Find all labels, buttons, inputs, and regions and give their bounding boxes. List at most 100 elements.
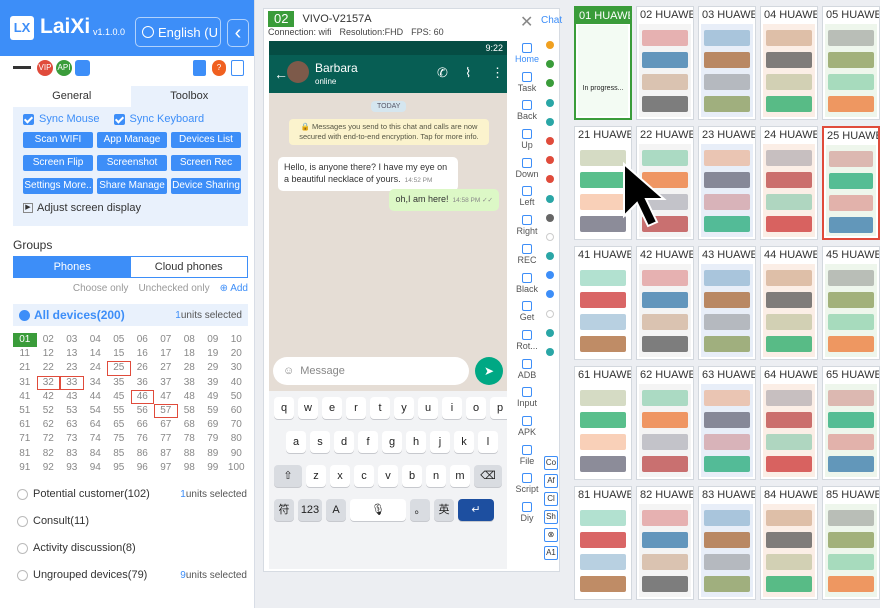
key[interactable]: m [450,465,470,487]
device-tile[interactable]: 04 HUAWE [760,6,818,120]
color-dot[interactable] [546,348,554,356]
device-number-cell[interactable]: 06 [131,333,155,347]
device-number-cell[interactable]: 04 [84,333,108,347]
device-tile[interactable]: 83 HUAWE [698,486,756,600]
key[interactable]: 🎙 [350,499,406,521]
device-icon[interactable] [75,60,90,76]
key[interactable]: k [454,431,474,453]
device-number-cell[interactable]: 07 [154,333,178,347]
side-small-button[interactable]: Co [544,456,558,470]
key[interactable]: p [490,397,507,419]
device-number-cell[interactable]: 47 [154,390,178,404]
device-number-cell[interactable]: 67 [154,418,178,432]
device-number-cell[interactable]: 23 [60,361,84,375]
device-tile[interactable]: 42 HUAWE [636,246,694,360]
logout-icon[interactable] [231,60,244,76]
device-number-cell[interactable]: 87 [154,447,178,461]
device-number-cell[interactable]: 20 [225,347,249,361]
key[interactable]: o [466,397,486,419]
device-number-cell[interactable]: 35 [107,376,131,390]
device-number-cell[interactable]: 33 [60,375,84,390]
device-number-cell[interactable]: 51 [13,404,37,418]
device-number-cell[interactable]: 78 [178,432,202,446]
device-number-cell[interactable]: 99 [201,461,225,475]
color-dot[interactable] [546,136,554,145]
device-number-cell[interactable]: 60 [225,404,249,418]
device-number-cell[interactable]: 09 [201,333,225,347]
device-number-cell[interactable]: 14 [84,347,108,361]
device-number-cell[interactable]: 56 [131,404,155,418]
screenshot-button[interactable]: Screenshot [97,155,167,171]
device-number-cell[interactable]: 32 [36,375,60,390]
device-number-cell[interactable]: 71 [13,432,37,446]
device-sharing-button[interactable]: Device Sharing [171,178,241,194]
color-dot[interactable] [546,79,554,88]
device-number-cell[interactable]: 86 [131,447,155,461]
device-number-cell[interactable]: 27 [154,361,178,375]
tab-phones[interactable]: Phones [14,257,131,277]
key[interactable]: l [478,431,498,453]
device-number-cell[interactable]: 05 [107,333,131,347]
help-icon[interactable]: ? [212,60,226,76]
all-devices-row[interactable]: All devices(200) 1units selected [13,304,248,326]
device-number-cell[interactable]: 21 [13,361,37,375]
device-number-cell[interactable]: 37 [154,376,178,390]
color-dot[interactable] [546,156,554,165]
device-number-cell[interactable]: 90 [225,447,249,461]
back-arrow-icon[interactable]: ← [274,66,288,82]
device-number-cell[interactable]: 96 [131,461,155,475]
toolbar-right-button[interactable]: Right [512,215,542,242]
key[interactable]: u [418,397,438,419]
avatar[interactable] [287,61,309,83]
device-number-cell[interactable]: 72 [37,432,61,446]
device-number-cell[interactable]: 100 [225,461,249,475]
device-tile[interactable]: 62 HUAWE [636,366,694,480]
chat-tab[interactable]: Chat [541,15,562,26]
device-tile[interactable]: 45 HUAWE [822,246,880,360]
device-number-cell[interactable]: 29 [201,361,225,375]
device-number-cell[interactable]: 50 [225,390,249,404]
toolbar-task-button[interactable]: Task [512,71,542,99]
device-number-cell[interactable]: 41 [13,390,37,404]
device-tile[interactable]: 23 HUAWE [698,126,756,240]
side-small-button[interactable]: A1 [544,546,558,560]
color-dot[interactable] [546,271,554,280]
device-number-cell[interactable]: 03 [60,333,84,347]
attach-icon[interactable]: ⌇ [465,65,471,81]
device-number-cell[interactable]: 97 [154,461,178,475]
device-tile[interactable]: 65 HUAWE [822,366,880,480]
color-dot[interactable] [546,309,554,318]
device-number-cell[interactable]: 30 [225,361,249,375]
key[interactable]: w [298,397,318,419]
device-number-cell[interactable]: 58 [178,404,202,418]
device-number-cell[interactable]: 39 [201,376,225,390]
side-small-button[interactable]: Af [544,474,558,488]
key[interactable]: 123 [298,499,322,521]
device-number-cell[interactable]: 73 [60,432,84,446]
device-number-cell[interactable]: 66 [131,418,155,432]
choose-only-link[interactable]: Choose only [73,283,129,294]
group-row[interactable]: Consult(11) [17,515,247,527]
device-tile[interactable]: 63 HUAWE [698,366,756,480]
contact-name[interactable]: Barbara [315,61,358,75]
device-number-cell[interactable]: 31 [13,376,37,390]
device-number-cell[interactable]: 61 [13,418,37,432]
key[interactable]: 英 [434,499,454,521]
screen-flip-button[interactable]: Screen Flip [23,155,93,171]
device-number-cell[interactable]: 62 [37,418,61,432]
document-icon[interactable] [193,60,206,76]
device-number-cell[interactable]: 45 [107,390,131,404]
device-number-cell[interactable]: 55 [107,404,131,418]
device-number-cell[interactable]: 63 [60,418,84,432]
key[interactable]: ↵ [458,499,494,521]
color-dot[interactable] [546,41,554,49]
key[interactable]: r [346,397,366,419]
key[interactable]: n [426,465,446,487]
toolbar-file-button[interactable]: File [512,444,542,472]
device-number-cell[interactable]: 83 [60,447,84,461]
toolbar-script-button[interactable]: Script [512,473,542,500]
device-number-cell[interactable]: 28 [178,361,202,375]
device-tile[interactable]: 01 HUAWE In progress... [574,6,632,120]
device-number-cell[interactable]: 70 [225,418,249,432]
device-number-cell[interactable]: 16 [131,347,155,361]
